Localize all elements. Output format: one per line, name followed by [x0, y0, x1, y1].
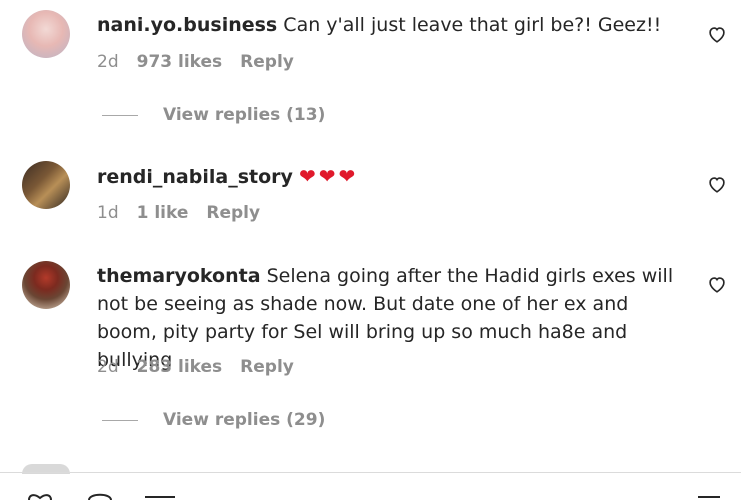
reply-button[interactable]: Reply [240, 52, 294, 72]
reply-button[interactable]: Reply [206, 203, 260, 223]
likes-count[interactable]: 973 likes [137, 52, 223, 72]
comment-meta: 2d 283 likes Reply [97, 357, 294, 377]
username[interactable]: themaryokonta [97, 265, 261, 287]
view-replies-label: View replies (13) [163, 105, 326, 125]
heart-outline-icon[interactable] [706, 273, 728, 295]
comment-meta: 2d 973 likes Reply [97, 52, 294, 72]
view-replies-button[interactable]: View replies (29) [102, 410, 325, 430]
username[interactable]: nani.yo.business [97, 14, 277, 36]
avatar[interactable] [22, 161, 70, 209]
view-replies-label: View replies (29) [163, 410, 326, 430]
replies-divider [102, 419, 138, 421]
comment-age: 2d [97, 52, 119, 72]
action-bar-divider [0, 472, 741, 473]
comment-text: rendi_nabila_story ❤❤❤ [97, 162, 697, 191]
heart-outline-icon[interactable] [706, 23, 728, 45]
comment-age: 2d [97, 357, 119, 377]
avatar[interactable] [22, 10, 70, 58]
avatar[interactable] [22, 261, 70, 309]
comment-body: Can y'all just leave that girl be?! Geez… [283, 14, 662, 36]
username[interactable]: rendi_nabila_story [97, 166, 293, 188]
comment-text: nani.yo.business Can y'all just leave th… [97, 11, 697, 39]
likes-count[interactable]: 283 likes [137, 357, 223, 377]
comment-body: ❤❤❤ [298, 164, 359, 188]
reply-button[interactable]: Reply [240, 357, 294, 377]
view-replies-button[interactable]: View replies (13) [102, 105, 325, 125]
heart-outline-icon[interactable] [706, 173, 728, 195]
comment-meta: 1d 1 like Reply [97, 203, 260, 223]
likes-count[interactable]: 1 like [137, 203, 189, 223]
replies-divider [102, 114, 138, 116]
comment-age: 1d [97, 203, 119, 223]
